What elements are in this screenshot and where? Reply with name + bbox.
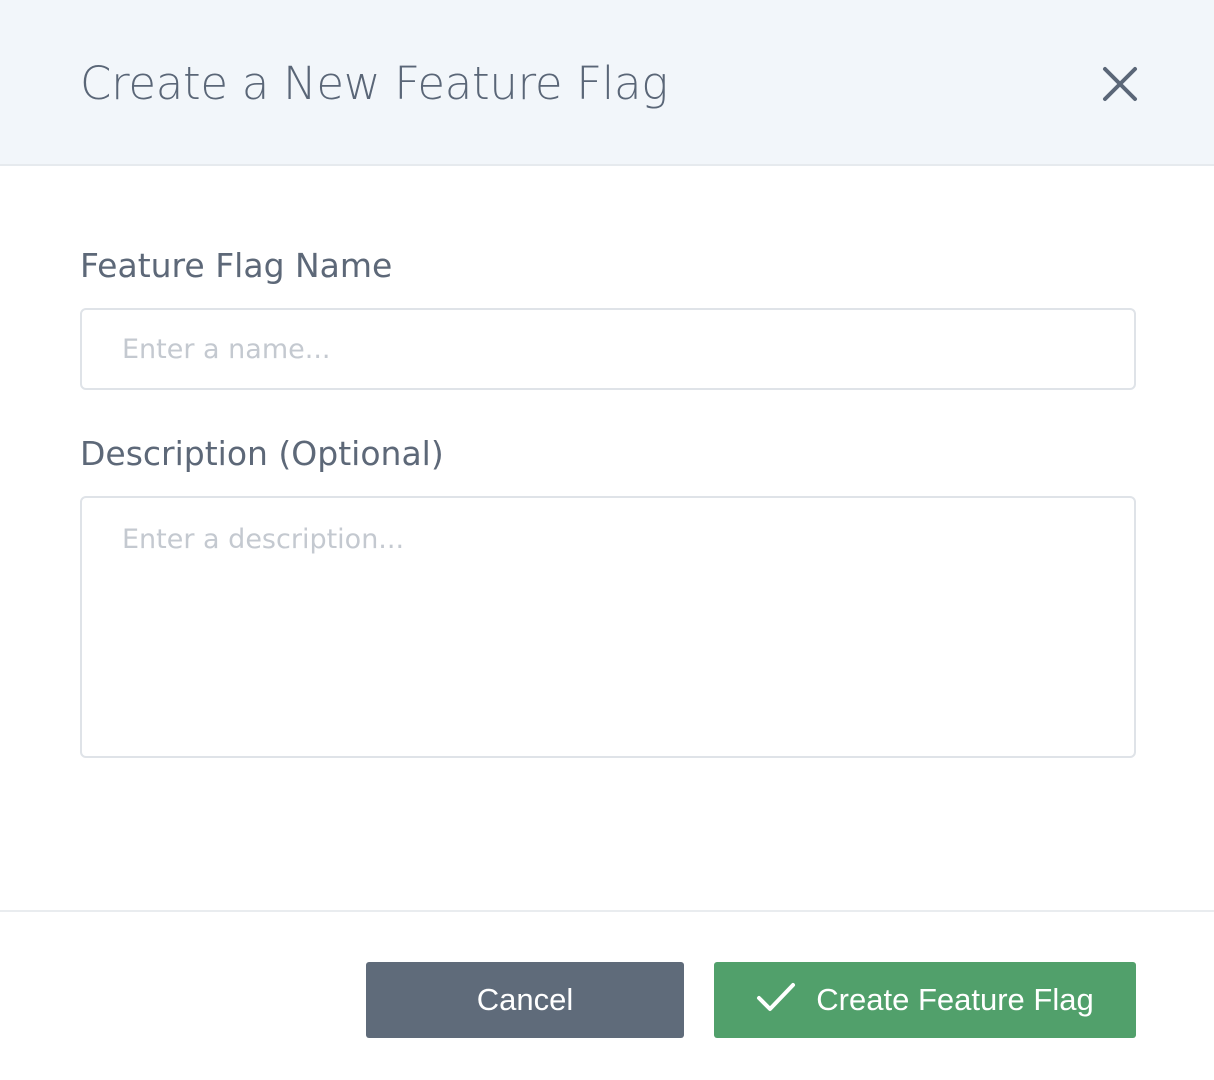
footer-divider	[0, 910, 1214, 912]
create-feature-flag-button[interactable]: Create Feature Flag	[714, 962, 1136, 1038]
dialog-header: Create a New Feature Flag	[0, 0, 1214, 166]
description-label: Description (Optional)	[80, 434, 444, 473]
check-icon	[756, 981, 796, 1021]
dialog-title: Create a New Feature Flag	[80, 57, 668, 110]
close-button[interactable]	[1092, 56, 1148, 112]
cancel-button-label: Cancel	[476, 982, 574, 1017]
feature-flag-name-label: Feature Flag Name	[80, 246, 393, 285]
create-feature-flag-dialog: Create a New Feature Flag Feature Flag N…	[0, 0, 1214, 1080]
close-icon	[1092, 56, 1148, 112]
feature-flag-name-input[interactable]	[80, 308, 1136, 390]
create-button-label: Create Feature Flag	[816, 982, 1094, 1017]
description-textarea[interactable]	[80, 496, 1136, 758]
cancel-button[interactable]: Cancel	[366, 962, 684, 1038]
